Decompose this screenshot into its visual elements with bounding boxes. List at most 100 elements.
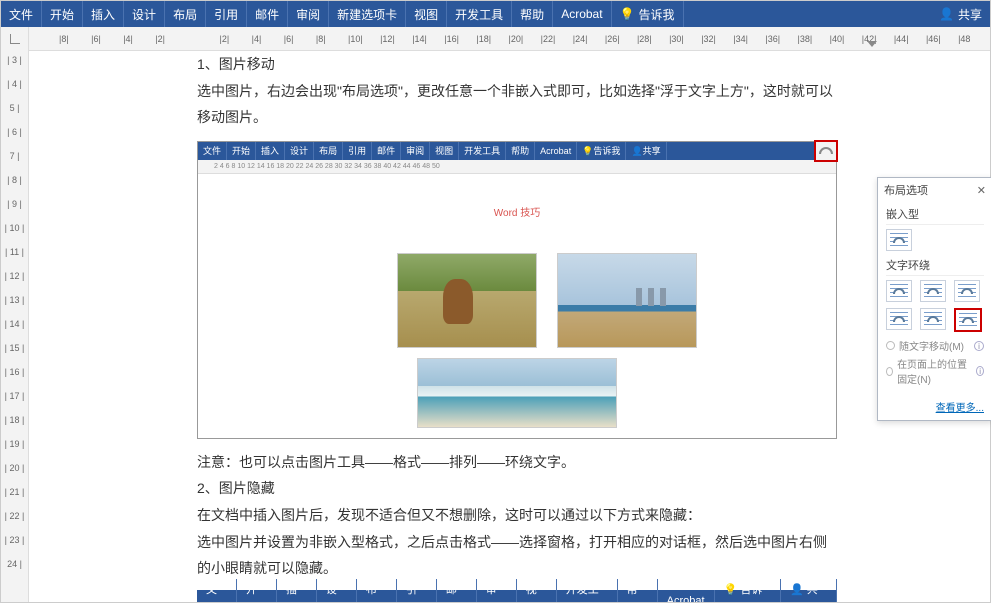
tab-new[interactable]: 新建选项卡	[329, 1, 406, 27]
text-p5: 在文档中插入图片后，发现不适合但又不想删除，这时可以通过以下方式来隐藏：	[197, 502, 840, 529]
ruler-mark: | 23 |	[1, 535, 28, 559]
ruler-mark: |38|	[798, 27, 830, 50]
inner-tab: 审阅	[401, 142, 430, 160]
tab-layout[interactable]: 布局	[165, 1, 206, 27]
ruler-mark: |6|	[91, 27, 123, 50]
radio-icon	[886, 367, 893, 376]
tab-acrobat[interactable]: Acrobat	[553, 1, 611, 27]
inner2-tab: 布局	[357, 579, 397, 602]
popout-title: 布局选项	[884, 182, 928, 198]
inner-tab: 设计	[285, 142, 314, 160]
tab-help[interactable]: 帮助	[512, 1, 553, 27]
ruler-mark: |24|	[573, 27, 605, 50]
vertical-ruler[interactable]: | 3 || 4 |5 || 6 |7 || 8 || 9 || 10 || 1…	[1, 51, 29, 602]
tab-home[interactable]: 开始	[42, 1, 83, 27]
radio-label: 随文字移动(M)	[899, 338, 964, 353]
inner-tab: 帮助	[506, 142, 535, 160]
ruler-mark: 5 |	[1, 103, 28, 127]
ruler-mark: |48	[958, 27, 990, 50]
layout-options-button[interactable]	[814, 140, 838, 162]
image-beach-city	[557, 253, 697, 348]
close-icon[interactable]: ✕	[977, 184, 986, 197]
ruler-mark: |2|	[220, 27, 252, 50]
ruler-mark: |6|	[284, 27, 316, 50]
tab-mailings[interactable]: 邮件	[247, 1, 288, 27]
layout-opt-front[interactable]	[954, 308, 982, 332]
ruler-mark	[187, 27, 219, 50]
section-inline: 嵌入型	[886, 206, 984, 225]
ruler-mark: | 18 |	[1, 415, 28, 439]
see-more-link[interactable]: 查看更多...	[936, 403, 984, 414]
inner2-tab: Acrobat	[658, 590, 715, 602]
ruler-mark: |12|	[380, 27, 412, 50]
radio-icon	[886, 341, 895, 350]
tab-insert[interactable]: 插入	[83, 1, 124, 27]
tab-file[interactable]: 文件	[1, 1, 42, 27]
layout-opt-topbottom[interactable]	[886, 308, 912, 330]
share-button[interactable]: 👤 共享	[931, 6, 990, 23]
ruler-mark: | 4 |	[1, 79, 28, 103]
text-p1: 1、图片移动	[197, 51, 840, 78]
inner-tab: 引用	[343, 142, 372, 160]
tab-view[interactable]: 视图	[406, 1, 447, 27]
inner-tab: 文件	[198, 142, 227, 160]
right-indent-marker[interactable]	[867, 41, 877, 47]
ruler-mark: | 14 |	[1, 319, 28, 343]
inner2-tab: 引用	[397, 579, 437, 602]
tab-design[interactable]: 设计	[124, 1, 165, 27]
ruler-mark: |46|	[926, 27, 958, 50]
ruler-mark: | 12 |	[1, 271, 28, 295]
tab-developer[interactable]: 开发工具	[447, 1, 512, 27]
tell-me-search[interactable]: 💡 告诉我	[612, 1, 684, 27]
ruler-mark: |10|	[348, 27, 380, 50]
ruler-mark: |36|	[765, 27, 797, 50]
share-icon: 👤	[939, 7, 954, 21]
tab-references[interactable]: 引用	[206, 1, 247, 27]
inner-tab: Acrobat	[535, 142, 577, 160]
ruler-mark: |14|	[412, 27, 444, 50]
ruler-mark: |4|	[123, 27, 155, 50]
tab-review[interactable]: 审阅	[288, 1, 329, 27]
inner2-tab: 开发工具	[557, 579, 618, 602]
embedded-screenshot-1: 文件 开始 插入 设计 布局 引用 邮件 审阅 视图 开发工具 帮助 Acrob…	[197, 141, 837, 439]
lightbulb-icon: 💡	[620, 7, 635, 21]
document-area[interactable]: 1、图片移动 选中图片，右边会出现"布局选项"，更改任意一个非嵌入式即可，比如选…	[29, 51, 990, 602]
inner-tell-me: 💡告诉我	[577, 142, 626, 160]
ruler-mark: | 22 |	[1, 511, 28, 535]
ruler-mark: | 6 |	[1, 127, 28, 151]
layout-opt-through[interactable]	[954, 280, 980, 302]
tab-selector[interactable]	[1, 27, 29, 51]
ruler-mark: | 3 |	[1, 55, 28, 79]
document-content: 1、图片移动 选中图片，右边会出现"布局选项"，更改任意一个非嵌入式即可，比如选…	[197, 51, 840, 602]
inner-document: Word 技巧	[198, 174, 836, 438]
inner2-tab: 审阅	[477, 579, 517, 602]
inner2-tab: 视图	[517, 579, 557, 602]
info-icon[interactable]: i	[976, 366, 984, 376]
radio-fix-position[interactable]: 在页面上的位置固定(N) i	[886, 356, 984, 386]
radio-move-with-text[interactable]: 随文字移动(M) i	[886, 338, 984, 353]
inner-share: 👤共享	[626, 142, 666, 160]
text-p2: 选中图片，右边会出现"布局选项"，更改任意一个非嵌入式即可，比如选择"浮于文字上…	[197, 78, 840, 131]
layout-opt-tight[interactable]	[920, 280, 946, 302]
layout-options-popout: 布局选项 ✕ 嵌入型 文字环绕 随文字移动(M) i 在页面上的位置固定(N) …	[877, 177, 991, 421]
image-beach-waves	[417, 358, 617, 428]
ruler-mark: |16|	[444, 27, 476, 50]
embedded-screenshot-2: 文件 开始 插入 设计 布局 引用 邮件 审阅 视图 开发工具 帮助 Acrob…	[197, 590, 837, 602]
inner-tab: 开始	[227, 142, 256, 160]
inner2-tab: 文件	[197, 579, 237, 602]
ruler-mark: | 21 |	[1, 487, 28, 511]
layout-opt-square[interactable]	[886, 280, 912, 302]
layout-opt-inline[interactable]	[886, 229, 912, 251]
horizontal-ruler[interactable]: |8||6||4||2||2||4||6||8||10||12||14||16|…	[29, 27, 990, 50]
inner2-tell-me: 💡 告诉我	[715, 579, 781, 602]
ruler-mark: | 8 |	[1, 175, 28, 199]
ruler-mark: |22|	[541, 27, 573, 50]
layout-opt-behind[interactable]	[920, 308, 946, 330]
ruler-mark: | 16 |	[1, 367, 28, 391]
ruler-mark: |30|	[669, 27, 701, 50]
info-icon[interactable]: i	[974, 341, 984, 351]
ruler-mark: | 9 |	[1, 199, 28, 223]
ruler-mark: 7 |	[1, 151, 28, 175]
ruler-mark: | 19 |	[1, 439, 28, 463]
section-wrap: 文字环绕	[886, 257, 984, 276]
